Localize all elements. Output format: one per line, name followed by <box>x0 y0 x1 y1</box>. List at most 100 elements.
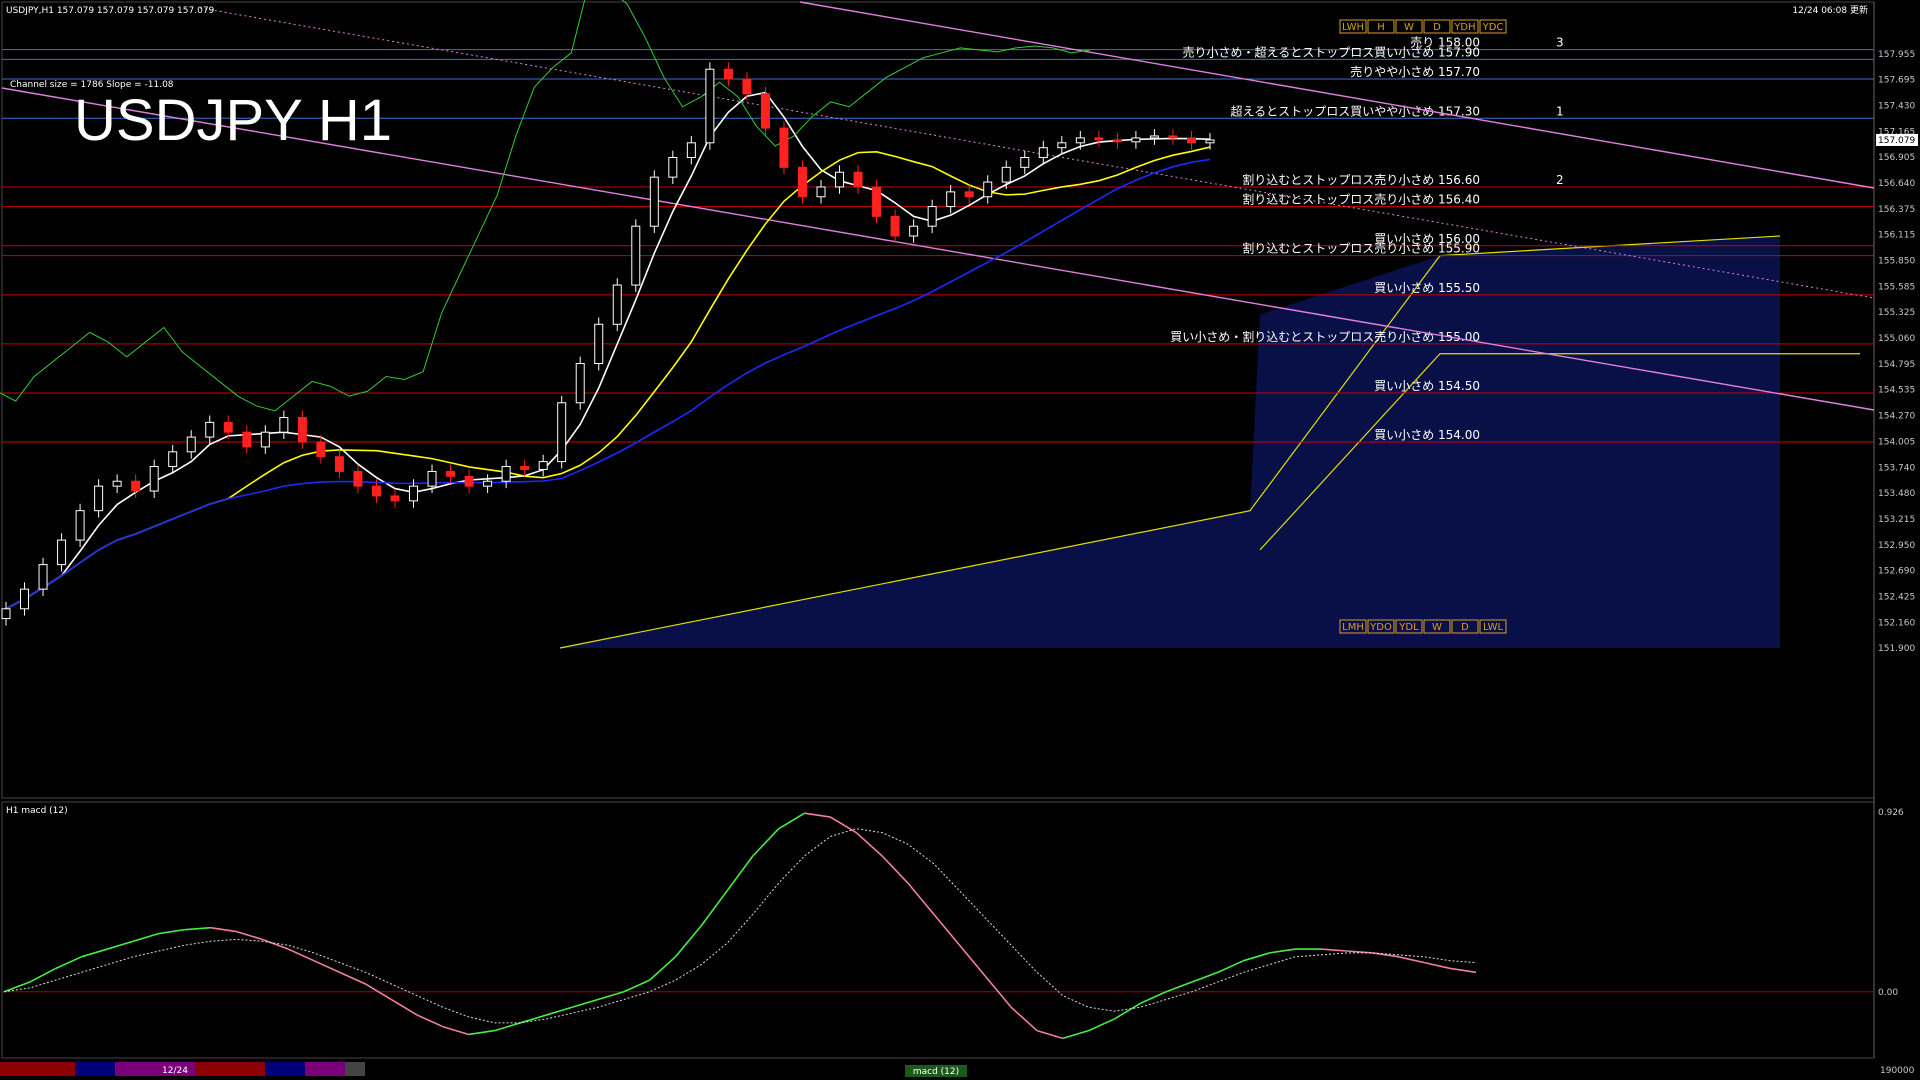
macd-segment <box>1036 1029 1064 1040</box>
macd-segment <box>29 967 57 983</box>
candle <box>390 489 400 508</box>
y-tick-label: 154.535 <box>1878 386 1915 396</box>
candle <box>686 135 696 165</box>
candle <box>242 425 252 454</box>
current-price-label: 157.079 <box>1878 136 1915 146</box>
macd-y-tick: 0.00 <box>1878 988 1898 998</box>
macd-segment <box>55 956 82 970</box>
level-label: 超えるとストップロス買いやや小さめ 157.30 <box>1231 103 1480 118</box>
candle <box>1094 131 1104 147</box>
level-label: 割り込むとストップロス売り小さめ 155.90 <box>1242 241 1480 256</box>
svg-text:W: W <box>1404 22 1414 33</box>
candle <box>94 479 104 518</box>
macd-segment <box>132 932 160 943</box>
ma-slow-line <box>5 158 1211 610</box>
marker-box: H <box>1367 19 1395 34</box>
y-tick-label: 154.005 <box>1878 438 1915 448</box>
y-tick-label: 154.270 <box>1878 412 1915 422</box>
macd-segment <box>1088 1018 1115 1032</box>
y-tick-label: 152.950 <box>1878 541 1915 551</box>
macd-segment <box>442 1025 470 1036</box>
macd-segment <box>520 1014 547 1024</box>
candle <box>1131 131 1141 149</box>
macd-segment <box>623 979 650 993</box>
macd-pane-frame <box>1 801 1875 1059</box>
chart-canvas: 売り 158.00 3売り小さめ・超えるとストップロス買い小さめ 157.90売り… <box>0 0 1918 1077</box>
candle <box>1057 135 1067 155</box>
level-label: 買い小さめ 154.50 <box>1374 379 1480 393</box>
candle <box>946 184 956 214</box>
y-tick-label: 152.425 <box>1878 593 1915 603</box>
macd-segment <box>571 998 599 1009</box>
candle <box>205 415 215 444</box>
candle <box>57 533 67 572</box>
price-axis: 157.955157.695157.430157.165156.905156.6… <box>1876 50 1918 654</box>
macd-segment <box>855 831 883 857</box>
macd-segment <box>778 812 805 830</box>
y-tick-label: 157.955 <box>1878 50 1915 60</box>
datetime-label: 12/24 06:08 更新 <box>1792 4 1868 16</box>
candle <box>279 410 289 440</box>
macd-segment <box>390 998 418 1016</box>
macd-segment <box>313 959 341 974</box>
candle <box>872 180 882 224</box>
symbol-line: USDJPY,H1 157.079 157.079 157.079 157.07… <box>6 6 215 16</box>
y-tick-label: 151.900 <box>1878 644 1915 654</box>
y-tick-label: 157.430 <box>1878 102 1915 112</box>
macd-tab[interactable]: macd (12) <box>913 1067 959 1077</box>
macd-segment <box>107 940 134 950</box>
macd-segment <box>881 855 909 884</box>
macd-segment <box>1062 1029 1089 1040</box>
macd-segment <box>339 971 366 985</box>
level-label: 買い小さめ 155.50 <box>1374 281 1480 295</box>
y-tick-label: 153.480 <box>1878 489 1915 499</box>
macd-segment <box>804 812 831 818</box>
svg-text:D: D <box>1461 622 1469 633</box>
macd-segment <box>1114 1002 1141 1020</box>
marker-box: LWH <box>1339 19 1367 34</box>
candle <box>797 160 807 204</box>
macd-segment <box>597 990 625 1001</box>
macd-segment <box>1450 967 1477 974</box>
candle <box>186 430 196 459</box>
bottom-strip <box>0 1062 967 1077</box>
candle <box>353 464 363 494</box>
candle <box>816 180 826 204</box>
channel-upper <box>799 1 1875 189</box>
candle <box>705 62 715 150</box>
macd-segment <box>829 816 857 834</box>
marker-box: LMH <box>1339 619 1367 634</box>
candle <box>1186 131 1196 150</box>
svg-text:H: H <box>1377 22 1385 33</box>
macd-segment <box>752 828 780 857</box>
macd-segment <box>1010 1006 1038 1032</box>
svg-text:LMH: LMH <box>1342 622 1364 633</box>
level-label: 買い小さめ・割り込むとストップロス売り小さめ 155.00 <box>1170 329 1480 344</box>
level-marker: 1 <box>1556 104 1564 118</box>
big-title: USDJPY H1 <box>74 88 392 153</box>
candle <box>557 395 567 469</box>
candle <box>649 170 659 234</box>
candle <box>575 356 585 410</box>
level-label: 割り込むとストップロス売り小さめ 156.40 <box>1242 192 1480 207</box>
svg-text:YDC: YDC <box>1482 22 1504 33</box>
macd-segment <box>649 956 676 981</box>
level-label: 割り込むとストップロス売り小さめ 156.60 <box>1242 172 1480 187</box>
level-label: 売り小さめ・超えるとストップロス買い小さめ 157.90 <box>1183 44 1480 59</box>
level-label: 買い小さめ 154.00 <box>1374 428 1480 442</box>
candle <box>1 601 11 626</box>
bottom-date: 12/24 <box>162 1066 188 1076</box>
candle <box>594 317 604 371</box>
level-marker: 2 <box>1556 173 1564 187</box>
candle <box>779 121 789 175</box>
macd-segment <box>1320 948 1347 952</box>
y-tick-label: 152.690 <box>1878 567 1915 577</box>
candle <box>464 469 474 494</box>
macd-label: H1 macd (12) <box>6 806 68 816</box>
svg-text:YDO: YDO <box>1369 622 1392 633</box>
macd-segment <box>1165 981 1193 993</box>
y-tick-label: 155.585 <box>1878 283 1915 293</box>
candle <box>983 175 993 204</box>
macd-segment <box>210 926 237 933</box>
candle <box>1168 129 1178 145</box>
